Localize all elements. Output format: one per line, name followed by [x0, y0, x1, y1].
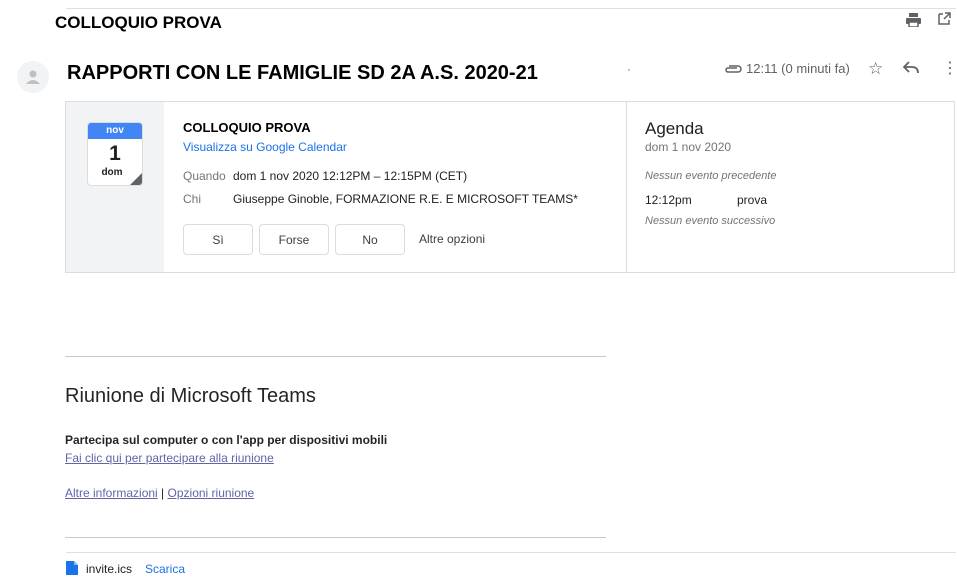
calendar-date-icon: nov 1 dom: [87, 122, 143, 186]
email-subject: COLLOQUIO PROVA: [55, 13, 222, 32]
open-in-new-window-icon[interactable]: [938, 12, 951, 29]
reply-icon[interactable]: [902, 58, 919, 78]
body-divider-top: [65, 356, 606, 357]
rsvp-no-button[interactable]: No: [335, 224, 405, 255]
attachment-icon: [724, 62, 742, 77]
more-options-icon[interactable]: ⋮: [942, 58, 957, 78]
link-divider: |: [161, 486, 165, 500]
event-title: COLLOQUIO PROVA: [183, 120, 311, 135]
separator-dot: ·: [627, 62, 631, 76]
agenda-title: Agenda: [645, 119, 704, 138]
page-fold-icon: [130, 173, 142, 185]
who-label: Chi: [183, 192, 202, 206]
sender-avatar[interactable]: [17, 61, 49, 93]
calendar-month: nov: [88, 123, 142, 139]
agenda-event-time: 12:12pm: [645, 193, 692, 207]
rsvp-yes-button[interactable]: Sì: [183, 224, 253, 255]
meeting-links-row: Altre informazioni | Opzioni riunione: [65, 486, 254, 500]
teams-meeting-title: Riunione di Microsoft Teams: [65, 385, 316, 407]
attachment-file-name[interactable]: invite.ics: [86, 562, 132, 576]
file-icon: [66, 561, 78, 580]
sender-name: RAPPORTI CON LE FAMIGLIE SD 2A A.S. 2020…: [67, 62, 538, 84]
agenda-previous-event: Nessun evento precedente: [645, 170, 777, 182]
download-link[interactable]: Scarica: [145, 562, 185, 576]
view-in-calendar-link[interactable]: Visualizza su Google Calendar: [183, 140, 347, 154]
when-value: dom 1 nov 2020 12:12PM – 12:15PM (CET): [233, 169, 468, 183]
body-divider-bottom: [65, 537, 606, 538]
meeting-options-link[interactable]: Opzioni riunione: [168, 486, 255, 500]
message-time: 12:11 (0 minuti fa): [746, 61, 850, 76]
calendar-day: 1: [109, 142, 121, 165]
when-label: Quando: [183, 169, 226, 183]
join-heading: Partecipa sul computer o con l'app per d…: [65, 433, 388, 447]
attachment-divider: [66, 552, 956, 553]
print-icon[interactable]: [906, 13, 921, 31]
agenda-next-event: Nessun evento successivo: [645, 215, 776, 227]
rsvp-more-options-button[interactable]: Altre opzioni: [419, 232, 485, 246]
who-value: Giuseppe Ginoble, FORMAZIONE R.E. E MICR…: [233, 192, 578, 206]
agenda-event-name: prova: [737, 193, 768, 207]
more-info-link[interactable]: Altre informazioni: [65, 486, 158, 500]
agenda-divider: [626, 102, 627, 272]
star-icon[interactable]: ☆: [868, 59, 883, 79]
top-divider: [66, 8, 956, 9]
person-icon: [26, 70, 40, 84]
agenda-date: dom 1 nov 2020: [645, 140, 732, 154]
rsvp-maybe-button[interactable]: Forse: [259, 224, 329, 255]
join-meeting-link[interactable]: Fai clic qui per partecipare alla riunio…: [65, 451, 274, 465]
